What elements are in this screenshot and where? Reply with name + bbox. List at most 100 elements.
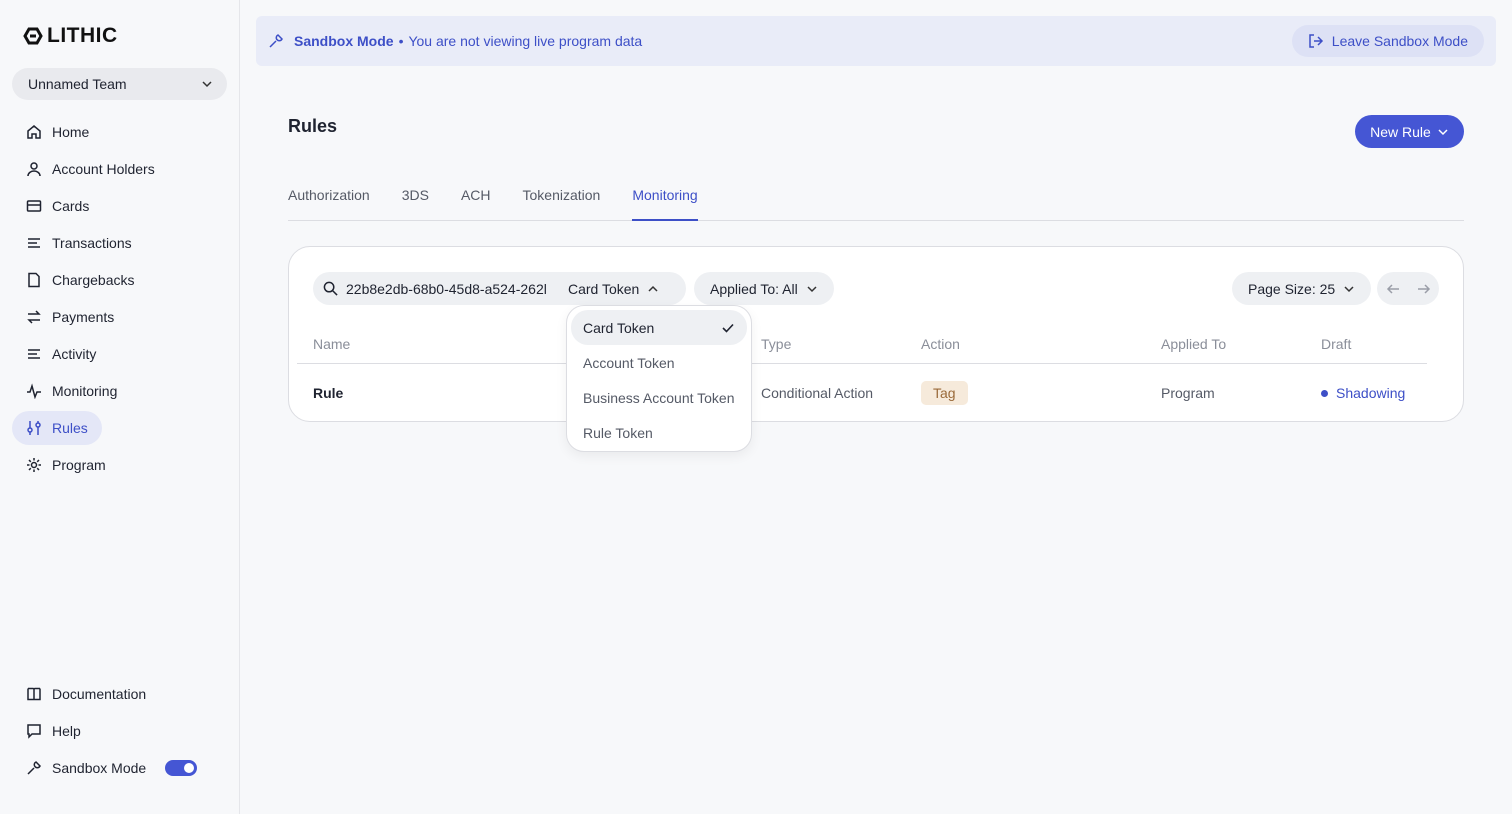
tab-authorization[interactable]: Authorization	[288, 183, 370, 221]
sidebar-item-transactions[interactable]: Transactions	[12, 226, 146, 260]
sidebar-item-label: Transactions	[52, 235, 132, 251]
search-input[interactable]: 22b8e2db-68b0-45d8-a524-262l	[346, 281, 556, 297]
prev-page-button[interactable]	[1377, 272, 1408, 305]
sidebar-item-label: Help	[52, 723, 81, 739]
sidebar-item-chargebacks[interactable]: Chargebacks	[12, 263, 149, 297]
sidebar-item-label: Monitoring	[52, 383, 118, 399]
arrow-left-icon	[1386, 283, 1399, 294]
banner-separator: •	[398, 33, 404, 49]
new-rule-button[interactable]: New Rule	[1355, 115, 1464, 148]
sliders-icon	[27, 421, 41, 435]
chevron-down-icon	[1438, 128, 1448, 135]
chevron-down-icon	[1344, 285, 1354, 292]
table-row[interactable]: Rule Conditional Action Tag Program Shad…	[297, 365, 1427, 421]
sidebar-item-program[interactable]: Program	[12, 448, 120, 482]
sidebar-item-payments[interactable]: Payments	[12, 300, 128, 334]
team-selector[interactable]: Unnamed Team	[12, 68, 227, 100]
token-type-label: Card Token	[568, 280, 640, 297]
sidebar-item-activity[interactable]: Activity	[12, 337, 110, 371]
option-card-token[interactable]: Card Token	[571, 310, 747, 345]
rule-name[interactable]: Rule	[313, 385, 343, 401]
rules-card: 22b8e2db-68b0-45d8-a524-262l Card Token …	[288, 246, 1464, 422]
leave-sandbox-label: Leave Sandbox Mode	[1331, 33, 1468, 49]
tab-3ds[interactable]: 3DS	[402, 183, 429, 221]
new-rule-label: New Rule	[1370, 123, 1431, 140]
sidebar-item-monitoring[interactable]: Monitoring	[12, 374, 131, 408]
rule-type: Conditional Action	[761, 385, 874, 401]
sidebar: LITHIC Unnamed Team Home Account Holders…	[0, 0, 240, 814]
page-size-label: Page Size: 25	[1248, 280, 1336, 297]
sidebar-item-documentation[interactable]: Documentation	[12, 677, 160, 711]
sandbox-mode-toggle[interactable]	[165, 760, 197, 776]
card-icon	[26, 200, 42, 212]
sidebar-item-account-holders[interactable]: Account Holders	[12, 152, 169, 186]
search-icon	[323, 281, 338, 296]
sidebar-item-sandbox-mode: Sandbox Mode	[12, 751, 211, 785]
rule-applied-to: Program	[1161, 385, 1215, 401]
column-header-type[interactable]: Type	[761, 336, 791, 352]
list-icon	[28, 349, 40, 359]
page-size-select[interactable]: Page Size: 25	[1232, 272, 1372, 305]
banner-message: You are not viewing live program data	[408, 33, 643, 49]
book-icon	[27, 687, 41, 701]
transfer-icon	[27, 310, 41, 324]
banner-title: Sandbox Mode	[294, 33, 394, 49]
column-header-applied-to[interactable]: Applied To	[1161, 336, 1226, 352]
sidebar-item-home[interactable]: Home	[12, 115, 103, 149]
chat-icon	[27, 724, 41, 739]
brand-name: LITHIC	[47, 24, 118, 47]
arrow-right-icon	[1417, 283, 1430, 294]
action-tag-badge: Tag	[921, 381, 968, 405]
sidebar-item-label: Home	[52, 124, 90, 140]
sidebar-item-label: Account Holders	[52, 161, 155, 177]
applied-to-label: Applied To: All	[710, 280, 798, 297]
team-name: Unnamed Team	[28, 76, 127, 92]
exit-icon	[1309, 34, 1323, 48]
document-icon	[28, 272, 40, 288]
sidebar-item-label: Documentation	[52, 686, 147, 702]
draft-status: Shadowing	[1321, 385, 1405, 401]
check-icon	[722, 323, 734, 333]
column-header-name[interactable]: Name	[313, 336, 350, 352]
tab-monitoring[interactable]: Monitoring	[632, 183, 698, 221]
option-rule-token[interactable]: Rule Token	[571, 415, 747, 450]
sidebar-item-label: Rules	[52, 420, 88, 436]
pulse-icon	[27, 383, 41, 399]
next-page-button[interactable]	[1408, 272, 1439, 305]
search-field[interactable]: 22b8e2db-68b0-45d8-a524-262l Card Token	[313, 272, 686, 305]
option-account-token[interactable]: Account Token	[571, 345, 747, 380]
user-icon	[27, 162, 41, 177]
table-header: Name Type Action Applied To Draft	[297, 325, 1427, 364]
wrench-icon	[269, 34, 283, 48]
sidebar-item-label: Activity	[52, 346, 97, 362]
rule-tabs: Authorization 3DS ACH Tokenization Monit…	[288, 183, 1464, 221]
sandbox-banner: Sandbox Mode • You are not viewing live …	[256, 16, 1496, 66]
sidebar-item-label: Cards	[52, 198, 90, 214]
column-header-draft[interactable]: Draft	[1321, 336, 1351, 352]
gear-icon	[27, 458, 41, 472]
sidebar-item-help[interactable]: Help	[12, 714, 95, 748]
tab-ach[interactable]: ACH	[461, 183, 491, 221]
applied-to-filter[interactable]: Applied To: All	[694, 272, 834, 305]
sidebar-item-label: Chargebacks	[52, 272, 135, 288]
sidebar-item-rules[interactable]: Rules	[12, 411, 102, 445]
sidebar-item-label: Payments	[52, 309, 115, 325]
sidebar-item-cards[interactable]: Cards	[12, 189, 103, 223]
column-header-action[interactable]: Action	[921, 336, 960, 352]
home-icon	[27, 125, 41, 139]
sidebar-item-label: Program	[52, 457, 106, 473]
option-business-account-token[interactable]: Business Account Token	[571, 380, 747, 415]
sidebar-bottom-nav: Documentation Help Sandbox Mode	[12, 677, 227, 788]
chevron-up-icon	[648, 285, 658, 292]
lithic-logo[interactable]: LITHIC	[23, 24, 118, 48]
chevron-down-icon	[807, 285, 817, 292]
tab-tokenization[interactable]: Tokenization	[523, 183, 601, 221]
option-label: Card Token	[583, 319, 655, 336]
leave-sandbox-button[interactable]: Leave Sandbox Mode	[1291, 25, 1484, 57]
token-type-select[interactable]: Card Token	[568, 281, 659, 297]
sidebar-item-label: Sandbox Mode	[52, 760, 147, 776]
page-title: Rules	[288, 116, 338, 136]
token-type-dropdown: Card Token Account Token Business Accoun…	[566, 305, 752, 452]
chevron-down-icon	[202, 81, 212, 88]
wrench-icon	[27, 761, 41, 775]
